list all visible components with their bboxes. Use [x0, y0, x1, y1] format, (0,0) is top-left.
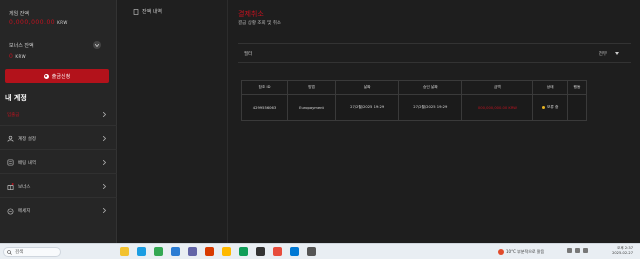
bonus-currency-label: KRW — [15, 54, 27, 59]
sidebar-item-label: 배팅 내역 — [18, 160, 36, 166]
office-icon[interactable] — [205, 247, 214, 256]
sub-navigation: 잔액 내역 — [118, 0, 228, 243]
photos-icon[interactable] — [222, 247, 231, 256]
amount-cell: 000,000,000.00 KRW — [461, 94, 534, 121]
ref-id-cell: 4299556063 — [241, 94, 288, 121]
windows-taskbar: 검색 10°C 부분적으로 맑음 오후 2:37 2025-02-27 — [0, 243, 640, 259]
taskbar-search[interactable]: 검색 — [3, 247, 61, 257]
action-cell[interactable] — [566, 94, 588, 121]
status-label: 보류 중 — [546, 105, 559, 109]
taskbar-clock[interactable]: 오후 2:37 2025-02-27 — [612, 246, 633, 256]
filter-label: 필터 — [244, 52, 253, 57]
table-row: 4299556063 Europayment 27/2월/2025 19:29 … — [241, 94, 588, 121]
search-icon — [7, 249, 12, 255]
column-approved-date: 승인 날짜 — [398, 80, 463, 95]
sheets-icon[interactable] — [239, 247, 248, 256]
settings-icon[interactable] — [307, 247, 316, 256]
column-amount: 금액 — [461, 80, 534, 95]
sidebar-item-label: 메세지 — [18, 209, 31, 214]
approved-date-cell: 27/2월/2025 19:29 — [398, 94, 463, 121]
column-action: 행동 — [566, 80, 588, 95]
weather-widget[interactable]: 10°C 부분적으로 맑음 — [498, 249, 544, 255]
clock-date: 2025-02-27 — [612, 251, 633, 255]
user-settings-icon — [7, 135, 14, 142]
sidebar-item-label: 입출금 — [7, 112, 20, 118]
method-cell: Europayment — [286, 94, 337, 121]
bonus-balance-label: 보너스 잔액 — [9, 43, 34, 49]
withdraw-button[interactable]: 출금신청 — [5, 69, 109, 83]
store-icon[interactable] — [171, 247, 180, 256]
filter-select[interactable]: 전부 — [599, 51, 607, 57]
mail-icon[interactable] — [290, 247, 299, 256]
chevron-right-icon — [103, 184, 106, 189]
taskbar-apps — [120, 247, 324, 256]
chevron-right-icon — [103, 208, 106, 213]
system-tray — [567, 248, 591, 253]
battery-icon[interactable] — [583, 248, 588, 253]
sidebar-item-account-settings[interactable]: 계정 설정 — [0, 128, 117, 150]
volume-icon[interactable] — [575, 248, 580, 253]
gift-icon — [7, 183, 14, 190]
history-icon — [7, 159, 14, 166]
main-content: 결제취소 결금 상황 조회 및 취소 필터 전부 — [229, 0, 640, 243]
document-icon — [133, 8, 139, 15]
withdraw-button-label: 출금신청 — [51, 73, 71, 80]
column-date: 날짜 — [335, 80, 400, 95]
subnav-item-label: 잔액 내역 — [142, 9, 162, 15]
gaming-balance-value: 0,000,000.00 KRW — [9, 19, 68, 26]
status-cell: 보류 중 — [532, 94, 568, 121]
network-icon[interactable] — [567, 248, 572, 253]
column-method: 방법 — [286, 80, 337, 95]
message-icon — [7, 208, 14, 214]
chevron-right-icon — [103, 136, 106, 141]
sidebar-item-label: 계정 설정 — [18, 136, 36, 142]
gaming-balance-label: 게임 잔액 — [9, 11, 29, 17]
weather-icon — [498, 249, 504, 255]
withdraw-icon — [43, 73, 49, 79]
chevron-right-icon — [103, 112, 106, 117]
sidebar-item-bonus[interactable]: 보너스 — [0, 176, 117, 198]
bonus-balance-value: 0 KRW — [9, 53, 27, 60]
transactions-table: 참조 ID 방법 날짜 승인 날짜 금액 상태 행동 4299556063 Eu… — [241, 80, 588, 121]
chrome-icon[interactable] — [154, 247, 163, 256]
subnav-item-transactions[interactable]: 잔액 내역 — [133, 8, 162, 15]
bonus-expand-button[interactable] — [93, 41, 101, 49]
caret-down-icon[interactable] — [615, 52, 619, 55]
weather-text: 10°C 부분적으로 맑음 — [506, 249, 545, 254]
sidebar-item-betting-history[interactable]: 배팅 내역 — [0, 152, 117, 174]
account-sidebar: 게임 잔액 0,000,000.00 KRW 보너스 잔액 0 KRW 출금신청 내… — [0, 0, 117, 243]
page-title: 결제취소 — [238, 10, 264, 18]
filter-bar: 필터 전부 — [238, 43, 631, 63]
column-ref-id: 참조 ID — [241, 80, 288, 95]
date-cell: 27/2월/2025 19:29 — [335, 94, 400, 121]
edge-icon[interactable] — [137, 247, 146, 256]
terminal-icon[interactable] — [256, 247, 265, 256]
table-header-row: 참조 ID 방법 날짜 승인 날짜 금액 상태 행동 — [241, 80, 588, 95]
status-dot-icon — [541, 105, 545, 109]
sidebar-item-deposit-withdraw[interactable]: 입출금 — [0, 104, 117, 126]
teams-icon[interactable] — [188, 247, 197, 256]
column-status: 상태 — [532, 80, 568, 95]
file-explorer-icon[interactable] — [120, 247, 129, 256]
currency-label: KRW — [57, 20, 68, 25]
chevron-right-icon — [103, 160, 106, 165]
sidebar-item-label: 보너스 — [18, 184, 31, 190]
search-placeholder: 검색 — [15, 250, 24, 255]
my-account-title: 내 계정 — [5, 94, 27, 102]
app-icon[interactable] — [273, 247, 282, 256]
chevron-down-icon — [95, 43, 99, 47]
sidebar-item-messages[interactable]: 메세지 — [0, 200, 117, 222]
page-subtitle: 결금 상황 조회 및 취소 — [238, 21, 281, 26]
